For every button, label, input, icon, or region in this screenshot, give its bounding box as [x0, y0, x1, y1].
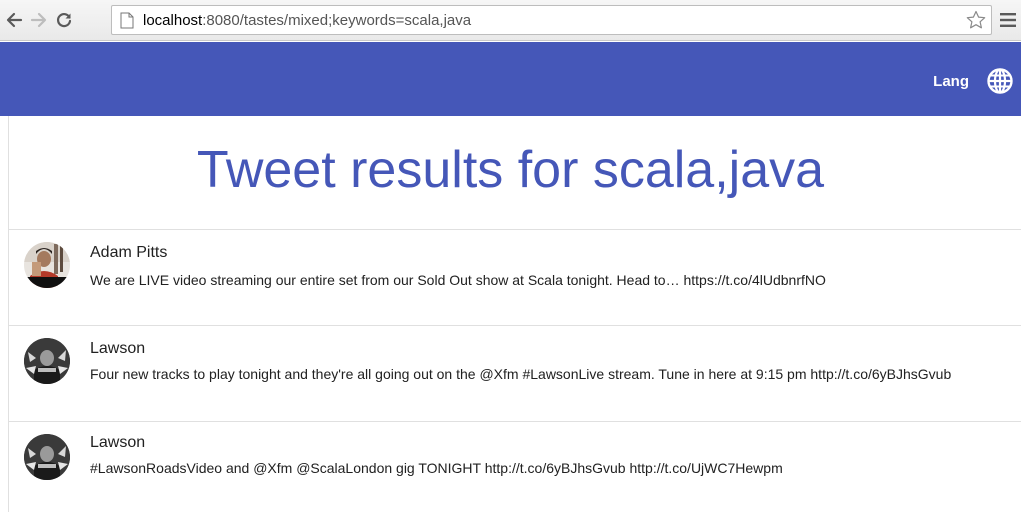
avatar [24, 338, 70, 384]
url-text[interactable]: localhost:8080/tastes/mixed;keywords=sca… [143, 12, 471, 29]
tweet-item[interactable]: Adam Pitts We are LIVE video streaming o… [8, 229, 1021, 325]
tweet-item[interactable]: Lawson Four new tracks to play tonight a… [8, 325, 1021, 421]
tweet-author: Lawson [90, 340, 146, 357]
browser-chrome: localhost:8080/tastes/mixed;keywords=sca… [0, 0, 1021, 41]
app-toolbar: Lang [0, 42, 1021, 116]
tweet-text: #LawsonRoadsVideo and @Xfm @ScalaLondon … [90, 460, 783, 476]
tweet-list: Adam Pitts We are LIVE video streaming o… [8, 229, 1021, 511]
tweet-text: Four new tracks to play tonight and they… [90, 366, 952, 382]
menu-icon[interactable] [999, 11, 1017, 29]
star-icon[interactable] [965, 9, 987, 31]
back-arrow-icon[interactable] [2, 8, 26, 32]
globe-icon[interactable] [986, 67, 1014, 95]
address-bar[interactable]: localhost:8080/tastes/mixed;keywords=sca… [111, 5, 992, 35]
forward-arrow-icon[interactable] [27, 8, 51, 32]
lang-button[interactable]: Lang [933, 73, 969, 90]
tweet-author: Lawson [90, 434, 146, 451]
page-title: Tweet results for scala,java [196, 141, 825, 199]
page-icon [120, 12, 134, 29]
tweet-text: We are LIVE video streaming our entire s… [90, 272, 826, 288]
avatar [24, 242, 70, 288]
tweet-author: Adam Pitts [90, 244, 168, 261]
reload-icon[interactable] [52, 8, 76, 32]
avatar [24, 434, 70, 480]
tweet-item[interactable]: Lawson #LawsonRoadsVideo and @Xfm @Scala… [8, 421, 1021, 511]
